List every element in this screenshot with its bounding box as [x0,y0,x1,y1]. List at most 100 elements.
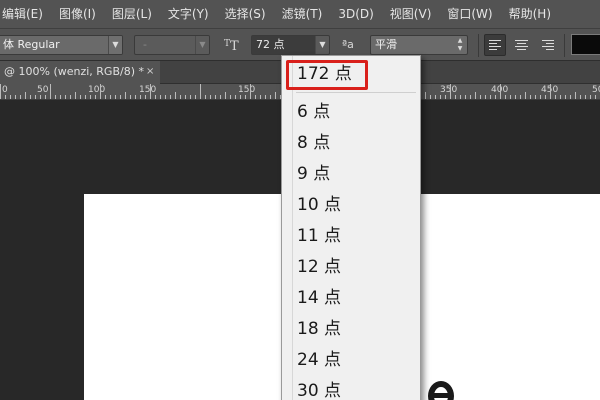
ruler-tick [155,95,156,99]
ruler-label: 0 [2,85,8,95]
ruler-tick [100,84,101,99]
close-icon[interactable]: × [146,61,154,83]
dropdown-item[interactable]: 30 点 [297,378,341,400]
ruler-tick [435,95,436,99]
ruler-tick [515,95,516,99]
ruler-tick [30,95,31,99]
ruler-tick [55,95,56,99]
ruler-tick [115,95,116,99]
menu-select[interactable]: 选择(S) [217,0,274,28]
ruler-label: 50 [37,85,49,95]
ruler-tick [275,92,276,99]
ruler-tick [455,95,456,99]
ruler-tick [40,95,41,99]
menu-view[interactable]: 视图(V) [382,0,440,28]
canvas-text-glyph-bar [432,393,452,398]
ruler-tick [215,95,216,99]
font-size-dropdown: 172 点 6 点 8 点 9 点 10 点 11 点 12 点 14 点 18… [281,55,421,400]
menu-filter[interactable]: 滤镜(T) [274,0,331,28]
ruler-tick [525,92,526,99]
menu-layer[interactable]: 图层(L) [104,0,160,28]
menu-image[interactable]: 图像(I) [51,0,104,28]
font-size-select[interactable]: 72 点 ▼ [251,35,330,55]
separator [478,34,479,57]
dropdown-separator [296,92,416,93]
ruler-tick [75,92,76,99]
dropdown-item[interactable]: 8 点 [297,130,330,157]
menu-edit[interactable]: 编辑(E) [0,0,51,28]
ruler-tick [255,95,256,99]
antialias-select[interactable]: 平滑 ▲ ▼ [370,35,468,55]
ruler-tick [15,95,16,99]
ruler-tick [550,84,551,99]
ruler-tick [585,95,586,99]
ruler-tick [85,95,86,99]
ruler-tick [160,95,161,99]
dropdown-gutter [292,56,293,400]
ruler-tick [135,95,136,99]
dropdown-item[interactable]: 18 点 [297,316,341,343]
ruler-tick [260,95,261,99]
ruler-tick [235,95,236,99]
ruler-tick [520,95,521,99]
ruler-tick [430,95,431,99]
ruler-tick [90,95,91,99]
ruler-tick [190,95,191,99]
ruler-tick [270,95,271,99]
ruler-tick [0,84,1,99]
dropdown-item[interactable]: 14 点 [297,285,341,312]
ruler-tick [95,95,96,99]
dropdown-item[interactable]: 24 点 [297,347,341,374]
dropdown-item[interactable]: 6 点 [297,99,330,126]
dropdown-item[interactable]: 12 点 [297,254,341,281]
text-color-swatch[interactable] [571,34,600,55]
menu-3d[interactable]: 3D(D) [330,0,381,28]
ruler-tick [145,95,146,99]
ruler-tick [225,92,226,99]
align-left-button[interactable] [484,34,506,56]
ruler-tick [540,95,541,99]
ruler-tick [195,95,196,99]
ruler-tick [110,95,111,99]
document-tab[interactable]: @ 100% (wenzi, RGB/8) * × [0,61,160,84]
ruler-tick [490,95,491,99]
ruler-tick [200,84,201,99]
ruler-tick [210,95,211,99]
ruler-tick [60,95,61,99]
ruler-tick [595,95,596,99]
ruler-tick [535,95,536,99]
menu-window[interactable]: 窗口(W) [439,0,500,28]
ruler-tick [140,95,141,99]
font-size-icon: T T [224,37,242,54]
ruler-tick [120,95,121,99]
highlight-box [286,60,368,90]
ruler-tick [240,95,241,99]
dropdown-item[interactable]: 9 点 [297,161,330,188]
antialias-icon: ªa [342,38,354,51]
chevron-down-icon: ▼ [195,36,209,54]
ruler-tick [575,92,576,99]
ruler-tick [175,92,176,99]
ruler-tick [180,95,181,99]
ruler-tick [170,95,171,99]
ruler-tick [35,95,36,99]
font-style-value: 体 Regular [3,38,60,51]
ruler-tick [80,95,81,99]
ruler-tick [245,95,246,99]
ruler-tick [545,95,546,99]
chevron-down-icon: ▼ [315,36,329,54]
ruler-tick [220,95,221,99]
ruler-tick [510,95,511,99]
align-right-button[interactable] [536,34,558,56]
ruler-tick [65,95,66,99]
ruler-tick [185,95,186,99]
menu-type[interactable]: 文字(Y) [160,0,217,28]
font-size-value: 72 点 [256,38,285,51]
dropdown-item[interactable]: 10 点 [297,192,341,219]
ruler-tick [250,84,251,99]
dropdown-item[interactable]: 11 点 [297,223,341,250]
ruler-tick [465,95,466,99]
menu-help[interactable]: 帮助(H) [501,0,559,28]
align-center-button[interactable] [510,34,532,56]
font-style-select[interactable]: 体 Regular ▼ [0,35,123,55]
